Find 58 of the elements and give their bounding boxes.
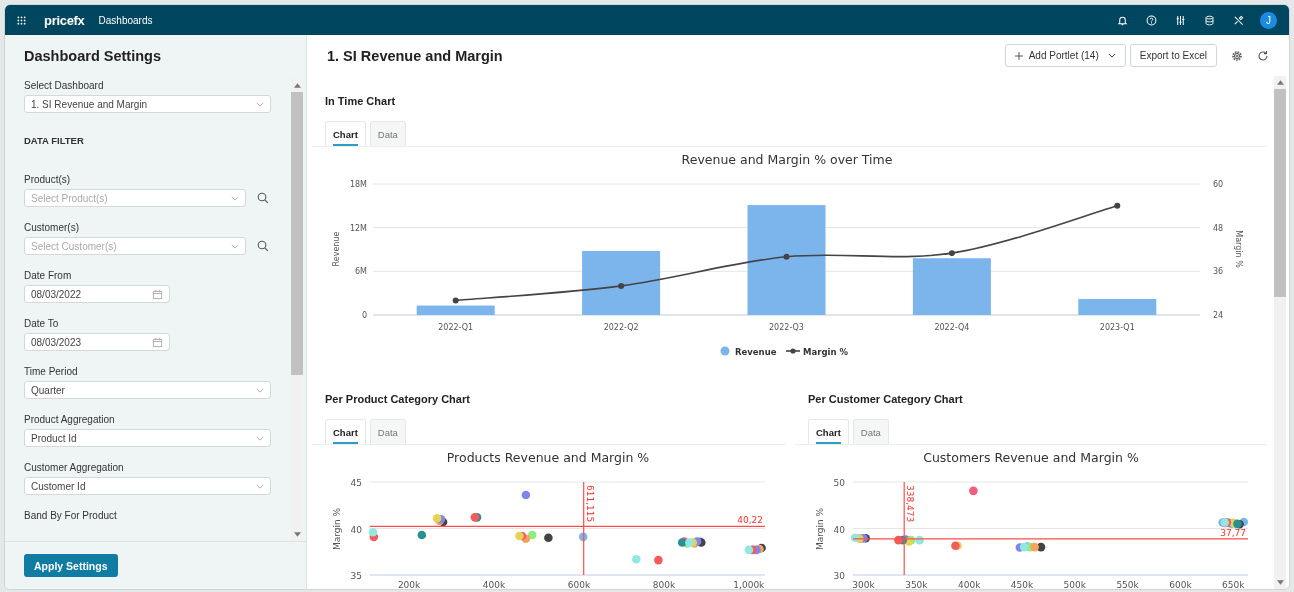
axis-tick-label: 600k	[567, 580, 591, 589]
axis-tick-label: 24	[1213, 311, 1224, 320]
field-label: Select Dashboard	[24, 79, 105, 92]
axis-tick-label: 2022-Q3	[769, 323, 804, 332]
axis-tick-label: 600k	[1169, 580, 1192, 589]
axis-tick-label: 60	[1213, 180, 1224, 189]
axis-tick-label: 1,000k	[733, 580, 765, 589]
axis-tick-label: 0	[361, 311, 367, 320]
axis-tick-label: 550k	[1116, 580, 1139, 589]
field-label: Date To	[24, 317, 60, 330]
portlet-title: Per Customer Category Chart	[808, 392, 964, 407]
section-heading: DATA FILTER	[24, 135, 85, 146]
field-label: Band By For Product	[24, 509, 118, 522]
dashboard-title: 1. SI Revenue and Margin	[327, 47, 503, 64]
axis-tick-label: 35	[350, 571, 362, 581]
axis-tick-label: 18M	[349, 180, 367, 189]
axis-title: Margin %	[332, 507, 342, 551]
portlet-title: In Time Chart	[325, 94, 397, 109]
axis-tick-label: 500k	[1063, 580, 1086, 589]
chart-title: Revenue and Margin % over Time	[681, 152, 893, 167]
axis-tick-label: 2022-Q1	[438, 323, 474, 332]
axis-tick-label: 48	[1213, 223, 1224, 233]
field-label: Customer(s)	[24, 221, 80, 234]
axis-tick-label: 36	[1213, 267, 1224, 277]
axis-title: Margin %	[815, 507, 825, 551]
reference-label: 37,77	[1220, 527, 1246, 538]
axis-tick-label: 40	[350, 524, 362, 535]
axis-tick-label: 450k	[1010, 580, 1034, 589]
field-label: Time Period	[24, 365, 79, 378]
axis-tick-label: 2022-Q2	[603, 323, 639, 332]
field-label: Product(s)	[24, 173, 72, 186]
field-label: Date From	[24, 269, 73, 282]
field-label: Customer Aggregation	[24, 461, 125, 474]
chart-title: Products Revenue and Margin %	[446, 450, 650, 465]
axis-tick-label: 12M	[349, 223, 367, 233]
axis-tick-label: 400k	[958, 580, 981, 589]
axis-tick-label: 800k	[652, 580, 676, 589]
axis-tick-label: 2023-Q1	[1099, 323, 1135, 332]
axis-tick-label: 650k	[1222, 580, 1245, 589]
reference-label: 338,473	[905, 485, 916, 523]
field-label: Product Aggregation	[24, 413, 116, 426]
axis-title: Revenue	[332, 231, 341, 267]
sidebar-title: Dashboard Settings	[23, 47, 162, 66]
axis-tick-label: 50	[833, 478, 845, 488]
axis-tick-label: 30	[833, 571, 845, 581]
axis-tick-label: 200k	[397, 580, 421, 589]
axis-tick-label: 400k	[482, 580, 506, 589]
portlet-title: Per Product Category Chart	[325, 392, 471, 407]
reference-label: 40,22	[737, 515, 763, 526]
chart-title: Customers Revenue and Margin %	[923, 450, 1139, 465]
axis-title: Margin %	[1234, 230, 1243, 268]
axis-tick-label: 300k	[852, 580, 875, 589]
axis-tick-label: 45	[350, 478, 362, 488]
axis-tick-label: 6M	[355, 267, 367, 277]
axis-tick-label: 40	[833, 524, 845, 535]
reference-label: 611,115	[584, 485, 595, 523]
axis-tick-label: 2022-Q4	[934, 323, 970, 332]
axis-tick-label: 350k	[905, 580, 928, 589]
